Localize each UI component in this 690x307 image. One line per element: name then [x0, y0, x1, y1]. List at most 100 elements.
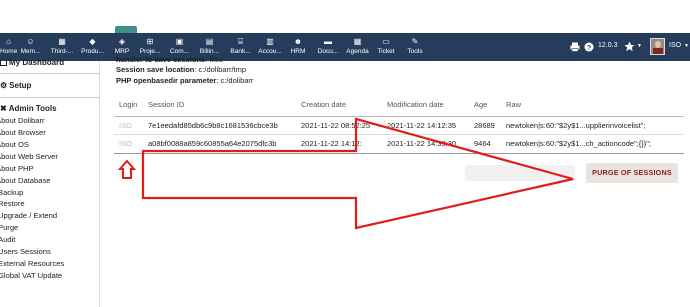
- nav-item-label: Tools: [407, 48, 423, 55]
- row-login: ISO: [119, 121, 132, 130]
- disabled-action-button[interactable]: [465, 165, 575, 181]
- column-header-session-id[interactable]: Session ID: [148, 100, 184, 109]
- nav-item-2[interactable]: ▦ Third-...: [47, 33, 77, 61]
- nav-item-12[interactable]: ▦ Agenda: [344, 33, 371, 61]
- sidebar-divider: [0, 73, 100, 74]
- user-tie-icon: ☻: [293, 37, 303, 46]
- ticket-icon: ▭: [382, 37, 390, 46]
- sidebar-admin-tools-label: Admin Tools: [8, 104, 57, 113]
- row-login: ISO: [119, 139, 132, 148]
- row-age: 9464: [474, 139, 491, 148]
- table-bottom-border: [114, 153, 684, 154]
- sidebar-item-users-sessions[interactable]: Users Sessions: [0, 247, 51, 256]
- nav-item-8[interactable]: ⌸ Bank...: [228, 33, 253, 61]
- building-icon: ▦: [58, 37, 66, 46]
- session-location-value: c:/dolibarr/tmp: [198, 65, 247, 74]
- column-header-login[interactable]: Login: [119, 100, 137, 109]
- version-label: 12.0.3: [598, 42, 618, 49]
- sidebar-item-about-dolibarr[interactable]: About Dolibarr: [0, 116, 45, 125]
- php-openbasedir-label: PHP openbasedir parameter: [116, 76, 217, 85]
- nav-item-label: Home: [0, 48, 18, 55]
- column-header-modification-date[interactable]: Modification date: [387, 100, 444, 109]
- purge-sessions-button[interactable]: PURGE OF SESSIONS: [586, 163, 678, 183]
- dashboard-icon: [0, 59, 7, 66]
- sidebar-item-restore[interactable]: Restore: [0, 199, 25, 208]
- calendar-icon: ▦: [353, 37, 362, 46]
- sidebar-item-purge[interactable]: Purge: [0, 223, 18, 232]
- row-session-id: 7e1eedafd85db6c9b8c1681536cbce3b: [148, 121, 278, 130]
- nav-item-label: Accou...: [258, 48, 282, 55]
- chevron-down-icon[interactable]: ▼: [637, 43, 642, 49]
- avatar[interactable]: [650, 38, 665, 55]
- sitemap-icon: ⊞: [146, 37, 154, 46]
- user-chevron-icon[interactable]: ▼: [684, 43, 689, 49]
- nav-item-11[interactable]: ▬ Docu...: [314, 33, 342, 61]
- nav-item-label: Billin...: [199, 48, 220, 55]
- sidebar-item-global-vat-update[interactable]: Global VAT Update: [0, 271, 62, 280]
- sidebar-item-about-browser[interactable]: About Browser: [0, 128, 46, 137]
- star-bookmark-icon[interactable]: [624, 41, 635, 52]
- php-openbasedir-line: PHP openbasedir parameter: c:/dolibarr: [116, 76, 254, 85]
- sidebar-item-about-database[interactable]: About Database: [0, 176, 50, 185]
- row-age: 28689: [474, 121, 495, 130]
- sidebar-item-about-php[interactable]: About PHP: [0, 164, 34, 173]
- svg-text:?: ?: [587, 45, 591, 52]
- wrench-icon: ✎: [411, 37, 419, 46]
- nav-item-13[interactable]: ▭ Ticket: [373, 33, 399, 61]
- column-header-raw[interactable]: Raw: [506, 100, 521, 109]
- session-handler-label: handler to save sessions: [116, 55, 206, 64]
- cubes-icon: ◈: [118, 37, 126, 46]
- nav-item-label: Agenda: [346, 48, 369, 55]
- nav-item-0[interactable]: ⌂ Home: [0, 33, 17, 61]
- annotation-up-arrow: [117, 159, 137, 179]
- sidebar-item-audit[interactable]: Audit: [0, 235, 15, 244]
- sidebar-item-about-os[interactable]: About OS: [0, 140, 29, 149]
- session-handler-line: handler to save sessions: files: [116, 55, 223, 64]
- sidebar-my-dashboard[interactable]: My Dashboard: [0, 58, 64, 67]
- row-session-id: a08bf0088a859c60855a64e2075dfc3b: [148, 139, 277, 148]
- column-header-age[interactable]: Age: [474, 100, 487, 109]
- row-creation-date: 2021-11-22 08:52:25: [301, 121, 371, 130]
- nav-item-10[interactable]: ☻ HRM: [288, 33, 308, 61]
- print-icon[interactable]: [570, 42, 580, 52]
- user-name[interactable]: ISO: [669, 42, 681, 49]
- header-divider: [114, 116, 684, 117]
- nav-item-label: Third-...: [50, 48, 74, 55]
- nav-item-1[interactable]: ☺ Mem...: [17, 33, 44, 61]
- sidebar-item-upgrade-extend[interactable]: Upgrade / Extend: [0, 211, 57, 220]
- row-raw: newtoken|s:60:"$2y$1...ch_actioncode";{}…: [506, 139, 652, 148]
- nav-item-label: Docu...: [317, 48, 339, 55]
- nav-item-14[interactable]: ✎ Tools: [403, 33, 427, 61]
- members-icon: ☺: [26, 37, 35, 46]
- nav-item-3[interactable]: ◆ Produ...: [78, 33, 107, 61]
- invoice-icon: ▤: [205, 37, 214, 46]
- sidebar-admin-tools[interactable]: ✖ Admin Tools: [0, 104, 57, 113]
- nav-item-label: HRM: [290, 48, 306, 55]
- nav-item-label: Mem...: [20, 48, 41, 55]
- cube-icon: ◆: [89, 37, 96, 46]
- row-modification-date: 2021-11-22 14:39:30: [387, 139, 457, 148]
- php-openbasedir-value: c:/dolibarr: [220, 76, 254, 85]
- nav-item-label: MRP: [114, 48, 130, 55]
- sidebar-divider: [0, 97, 100, 98]
- row-creation-date: 2021-11-22 14:12:: [301, 139, 362, 148]
- nav-item-label: Proje...: [139, 48, 161, 55]
- column-header-creation-date[interactable]: Creation date: [301, 100, 346, 109]
- sidebar-item-backup[interactable]: Backup: [0, 188, 23, 197]
- wrench-icon: ⚙: [0, 81, 8, 90]
- session-location-label: Session save location: [116, 65, 195, 74]
- nav-item-9[interactable]: ▥ Accou...: [256, 33, 284, 61]
- nav-item-label: Com...: [169, 48, 190, 55]
- row-modification-date: 2021-11-22 14:12:35: [387, 121, 457, 130]
- nav-item-label: Ticket: [377, 48, 395, 55]
- sidebar-item-external-resources[interactable]: External Resources: [0, 259, 64, 268]
- session-location-line: Session save location: c:/dolibarr/tmp: [116, 65, 247, 74]
- folder-icon: ▬: [324, 37, 332, 46]
- suitcase-icon: ▣: [175, 37, 184, 46]
- sidebar-setup[interactable]: ⚙ Setup: [0, 81, 31, 90]
- help-icon[interactable]: ?: [584, 42, 594, 52]
- row-divider: [114, 134, 684, 135]
- session-handler-value: files: [209, 55, 223, 64]
- sidebar-item-about-web-server[interactable]: About Web Server: [0, 152, 58, 161]
- nav-item-label: Produ...: [81, 48, 104, 55]
